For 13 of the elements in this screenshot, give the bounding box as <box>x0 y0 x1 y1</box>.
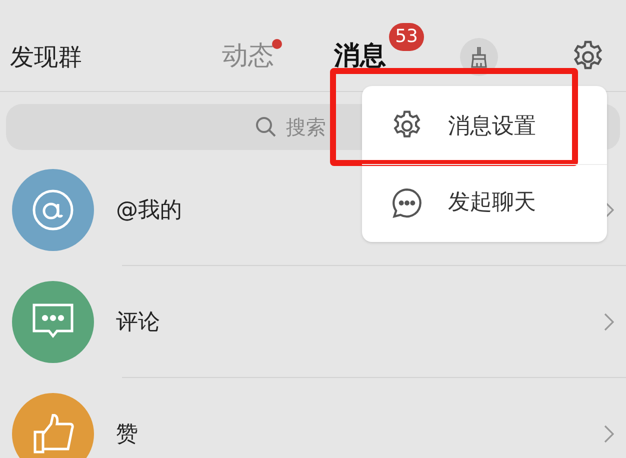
tab[interactable]: 消息 <box>334 37 386 76</box>
at-sign-icon <box>31 188 75 232</box>
chat-bubble-icon <box>390 186 424 220</box>
chevron-icon[interactable] <box>604 425 614 443</box>
chevron-icon[interactable] <box>604 313 614 331</box>
row-label[interactable]: 赞 <box>116 418 138 450</box>
group-discovery-label[interactable]: 发现群 <box>10 38 200 74</box>
search-icon <box>254 115 278 139</box>
menu-item[interactable]: 发起聊天 <box>362 164 607 240</box>
row-label[interactable]: 评论 <box>116 306 160 338</box>
thumbs-up-icon <box>32 414 74 454</box>
unread-badge: 53 <box>389 23 424 51</box>
row-label[interactable]: @我的 <box>116 194 182 226</box>
